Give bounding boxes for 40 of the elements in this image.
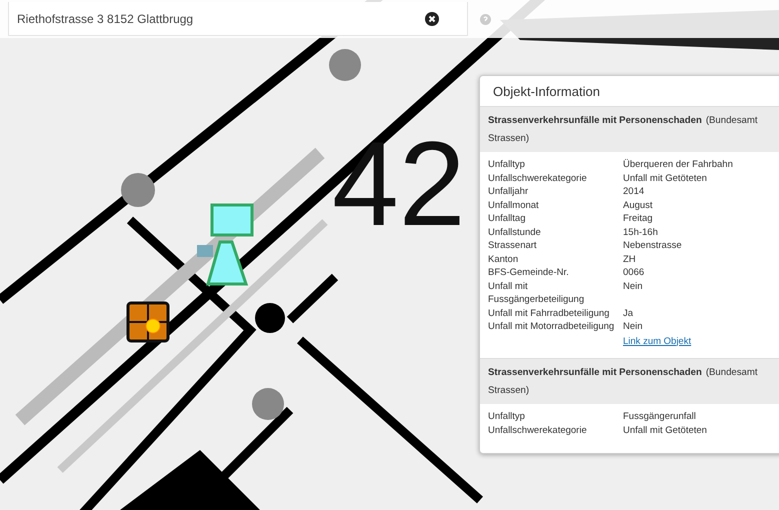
attribute-value: 0066 <box>623 266 646 280</box>
attribute-label: Kanton <box>488 252 520 266</box>
search-field[interactable]: Riethofstrasse 3 8152 Glattbrugg <box>8 2 468 36</box>
attribute-label: Unfallmonat <box>488 198 540 212</box>
map-label: 42 <box>332 117 466 251</box>
attribute-value: Überqueren der Fahrbahn <box>623 158 734 172</box>
attribute-label: Unfallschwerekategorie <box>488 424 588 437</box>
attribute-label: Unfall mit Motorradbeteiligung <box>488 320 616 334</box>
attribute-label: Unfalljahr <box>488 185 530 198</box>
popup-title: Objekt-Information <box>492 83 601 101</box>
attribute-label: Unfalltyp <box>488 410 526 424</box>
attribute-value: Nebenstrasse <box>623 239 683 252</box>
attribute-value: 2014 <box>623 185 646 198</box>
attribute-label: Unfalltag <box>488 212 526 226</box>
attribute-value: August <box>623 198 654 212</box>
attribute-value: Nein <box>623 320 644 334</box>
attribute-value: Ja <box>623 306 634 320</box>
attribute-label: Unfalltyp <box>488 158 526 172</box>
attribute-value: Nein <box>623 280 644 294</box>
attribute-value: Fussgängerunfall <box>623 410 697 424</box>
search-value: Riethofstrasse 3 8152 Glattbrugg <box>17 12 194 26</box>
attribute-label: Unfallschwerekategorie <box>488 172 588 185</box>
object-link[interactable]: Link zum Objekt <box>623 334 692 348</box>
attribute-value: Unfall mit Getöteten <box>623 172 708 185</box>
attribute-value: Unfall mit Getöteten <box>623 424 708 437</box>
attribute-value: ZH <box>623 252 637 266</box>
section-title: Strassenverkehrsunfälle mit Personenschaden <box>488 115 702 126</box>
section-source: Strassen) <box>488 132 530 146</box>
attribute-label: Unfall mit Fussgängerbeteiligung <box>488 280 586 306</box>
section-source: (Bundesamt <box>706 115 758 126</box>
attribute-label: Unfall mit Fahrradbeteiligung <box>488 306 610 320</box>
attribute-label: BFS-Gemeinde-Nr. <box>488 266 570 280</box>
section-source: (Bundesamt <box>706 367 758 378</box>
attribute-label: Unfallstunde <box>488 226 542 239</box>
attribute-label: Strassenart <box>488 239 538 252</box>
clear-icon[interactable] <box>425 12 439 26</box>
attribute-value: 15h-16h <box>623 226 659 239</box>
section-source: Strassen) <box>488 384 530 398</box>
section-title: Strassenverkehrsunfälle mit Personenschaden <box>488 367 702 378</box>
attribute-value: Freitag <box>623 212 654 226</box>
